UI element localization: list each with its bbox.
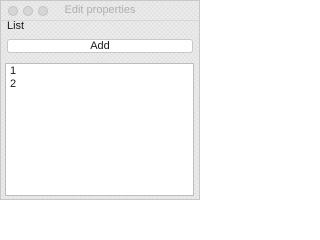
list-item[interactable]: 1 (6, 65, 193, 78)
list-section-label: List (7, 20, 25, 32)
title-bar[interactable]: Edit properties (1, 1, 199, 21)
window-title: Edit properties (64, 4, 136, 16)
list-item[interactable]: 2 (6, 78, 193, 91)
item-list[interactable]: 1 2 (5, 63, 194, 196)
edit-properties-window: Edit properties List Add 1 2 (0, 0, 200, 200)
add-button[interactable]: Add (7, 39, 193, 53)
